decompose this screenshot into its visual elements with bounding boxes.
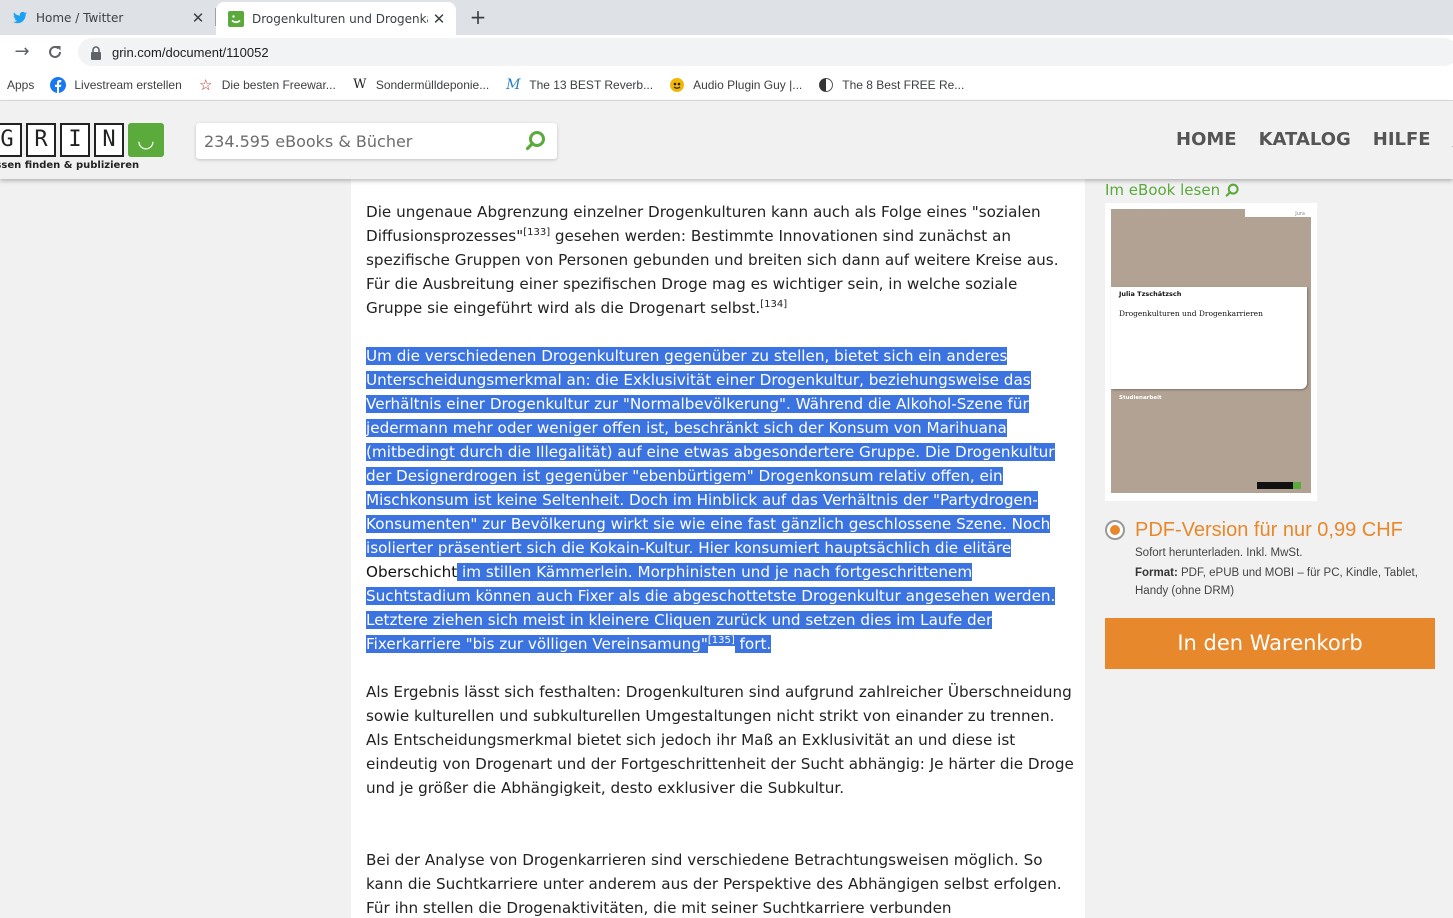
book-cover-art: Jura Julia Tzschätzsch Drogenkulturen un…	[1111, 209, 1317, 493]
bookmark-apps[interactable]: Apps	[7, 78, 34, 92]
cover-grin-logo	[1257, 482, 1301, 489]
nav-katalog[interactable]: KATALOG	[1259, 129, 1351, 150]
purchase-sidebar: Im eBook lesen Jura Julia Tzschätzsch Dr…	[1085, 179, 1453, 918]
highlighted-word: Oberschicht	[366, 563, 458, 581]
paragraph: Bei der Analyse von Drogenkarrieren sind…	[366, 851, 1062, 917]
bookmark-label: The 8 Best FREE Re...	[842, 77, 965, 92]
wikipedia-icon: W	[353, 77, 367, 92]
reload-icon[interactable]	[43, 40, 67, 64]
new-tab-icon[interactable]: +	[466, 5, 490, 29]
logo-letter: G	[0, 123, 22, 157]
close-icon[interactable]: ✕	[428, 10, 450, 28]
plugin-guy-icon	[669, 77, 685, 93]
bookmark-label: Sondermülldeponie...	[375, 77, 490, 92]
cover-author: Julia Tzschätzsch	[1119, 290, 1182, 298]
logo-tagline: issen finden & publizieren	[0, 160, 140, 171]
cover-category: Jura	[1295, 211, 1305, 217]
bookmark-label: The 13 BEST Reverb...	[529, 77, 654, 92]
bookmark-audio-plugin-guy[interactable]: Audio Plugin Guy |...	[669, 77, 802, 93]
paragraph-selected: Um die verschiedenen Drogenkulturen gege…	[366, 344, 1076, 656]
cover-title-box: Julia Tzschätzsch Drogenkulturen und Dro…	[1111, 287, 1307, 389]
search-box	[196, 123, 557, 159]
twitter-icon	[12, 10, 28, 26]
selected-text: fort.	[734, 635, 772, 653]
footnote-ref[interactable]: [133]	[523, 227, 550, 238]
format-value: PDF, ePUB und MOBI – für PC, Kindle, Tab…	[1135, 567, 1418, 597]
bookmarks-bar: Apps Livestream erstellen ☆ Die besten F…	[0, 69, 1453, 101]
smiley-icon: ◡	[128, 123, 164, 157]
bookmark-label: Apps	[7, 77, 35, 92]
article-content: Die ungenaue Abgrenzung einzelner Drogen…	[351, 179, 1085, 918]
search-icon[interactable]	[521, 126, 551, 156]
star-icon: ☆	[199, 76, 213, 94]
cover-tab	[1245, 209, 1317, 217]
site-header: G R I N ◡ issen finden & publizieren HOM…	[0, 101, 1453, 179]
search-input[interactable]	[196, 131, 521, 151]
url-text: grin.com/document/110052	[112, 44, 269, 60]
bookmark-freeware[interactable]: ☆ Die besten Freewar...	[198, 76, 336, 94]
cover-title: Drogenkulturen und Drogenkarrieren	[1119, 309, 1263, 318]
bookmark-wikipedia[interactable]: W Sondermülldeponie...	[352, 77, 489, 93]
logo-letter: R	[26, 123, 56, 157]
browser-toolbar: → grin.com/document/110052	[0, 35, 1453, 69]
bookmark-label: Livestream erstellen	[74, 77, 182, 92]
nav-hilfe[interactable]: HILFE	[1373, 129, 1431, 150]
bookmark-best-free[interactable]: The 8 Best FREE Re...	[818, 77, 964, 93]
cover-type: Studienarbeit	[1119, 395, 1162, 401]
selected-text: Um die verschiedenen Drogenkulturen gege…	[366, 347, 1055, 557]
bookmark-livestream[interactable]: Livestream erstellen	[50, 76, 182, 93]
tab-title: Drogenkulturen und Drogenkarri	[252, 11, 428, 26]
read-ebook-link[interactable]: Im eBook lesen	[1105, 181, 1240, 199]
pdf-radio-button[interactable]	[1105, 520, 1125, 540]
paragraph: Als Ergebnis lässt sich festhalten: Drog…	[366, 683, 1074, 797]
footnote-ref[interactable]: [134]	[760, 299, 787, 310]
tab-twitter[interactable]: Home / Twitter ✕	[0, 0, 215, 35]
pdf-download-note: Sofort herunterladen. Inkl. MwSt.	[1135, 547, 1303, 559]
close-icon[interactable]: ✕	[187, 9, 209, 27]
grin-favicon-icon	[228, 10, 244, 27]
book-cover[interactable]: Jura Julia Tzschätzsch Drogenkulturen un…	[1105, 203, 1317, 501]
lock-icon	[90, 45, 102, 60]
paragraph: Die ungenaue Abgrenzung einzelner Drogen…	[366, 200, 1076, 320]
bookmark-reverb[interactable]: M The 13 BEST Reverb...	[505, 77, 653, 93]
half-moon-icon	[818, 77, 834, 93]
pdf-price-label: PDF-Version für nur 0,99 CHF	[1135, 519, 1403, 541]
tab-grin-document[interactable]: Drogenkulturen und Drogenkarri ✕	[216, 2, 456, 35]
grin-logo[interactable]: G R I N ◡ issen finden & publizieren	[0, 123, 164, 171]
search-icon	[1225, 183, 1240, 198]
main-navigation: HOME KATALOG HILFE EI	[1176, 129, 1453, 150]
browser-tab-bar: Home / Twitter ✕ Drogenkulturen und Drog…	[0, 0, 1453, 35]
bookmark-label: Die besten Freewar...	[221, 77, 336, 92]
facebook-icon	[50, 76, 67, 93]
bookmark-label: Audio Plugin Guy |...	[693, 77, 803, 92]
pdf-format-info: Format: PDF, ePUB und MOBI – für PC, Kin…	[1135, 564, 1445, 600]
format-label: Format:	[1135, 567, 1178, 579]
add-to-cart-button[interactable]: In den Warenkorb	[1105, 618, 1435, 669]
forward-arrow-icon[interactable]: →	[10, 40, 34, 64]
read-ebook-label: Im eBook lesen	[1105, 181, 1221, 199]
tab-title: Home / Twitter	[36, 10, 124, 25]
logo-letter: I	[60, 123, 90, 157]
logo-letter: N	[94, 123, 124, 157]
footnote-ref[interactable]: [135]	[707, 634, 735, 646]
m-logo-icon: M	[506, 76, 521, 93]
nav-home[interactable]: HOME	[1176, 129, 1237, 150]
address-bar[interactable]: grin.com/document/110052	[78, 38, 1453, 66]
